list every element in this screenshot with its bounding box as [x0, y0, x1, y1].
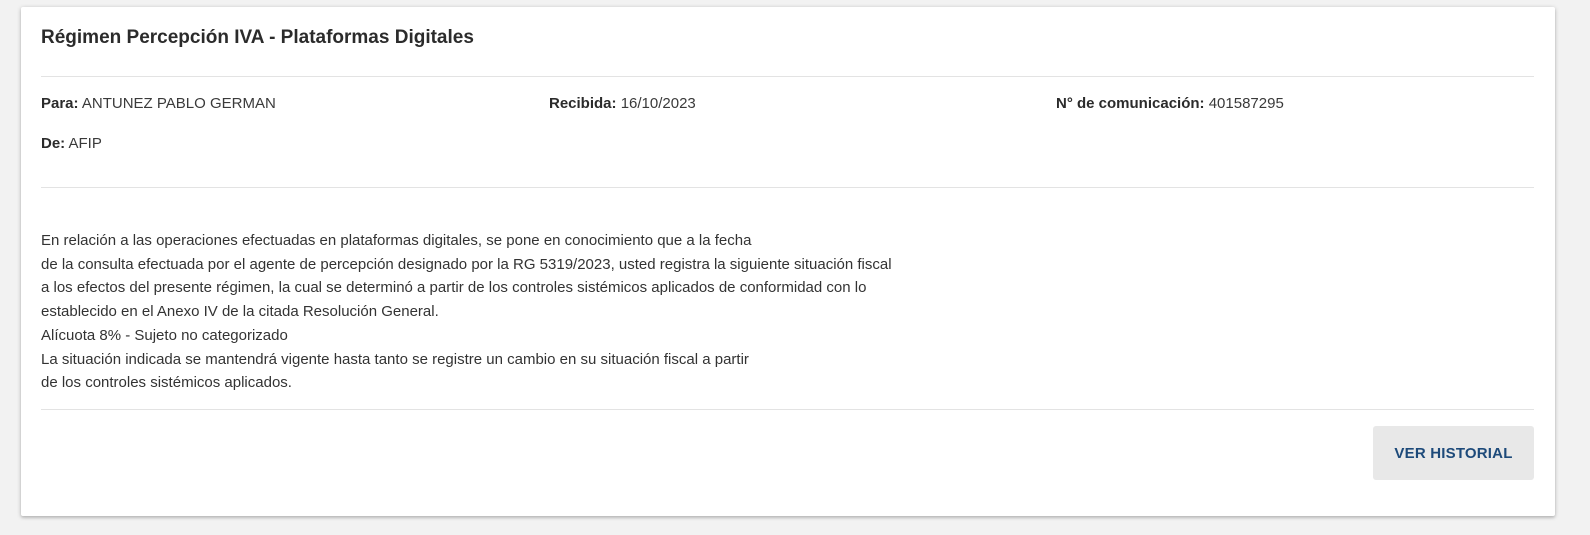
- recipient-field: Para: ANTUNEZ PABLO GERMAN: [41, 95, 276, 112]
- message-body-line: En relación a las operaciones efectuadas…: [41, 232, 752, 249]
- ver-historial-button[interactable]: VER HISTORIAL: [1373, 426, 1534, 480]
- received-date-label: Recibida:: [549, 95, 617, 112]
- message-body-line: La situación indicada se mantendrá vigen…: [41, 350, 749, 368]
- message-card: Régimen Percepción IVA - Plataformas Dig…: [21, 7, 1555, 516]
- message-body-line: Alícuota 8% - Sujeto no categorizado: [41, 326, 288, 344]
- message-body-line: a los efectos del presente régimen, la c…: [41, 279, 867, 297]
- sender-field: De: AFIP: [41, 135, 102, 152]
- divider: [41, 409, 1534, 410]
- communication-number-value: 401587295: [1208, 95, 1284, 112]
- message-body: En relación a las operaciones efectuadas…: [41, 229, 892, 395]
- message-body-line: de la consulta efectuada por el agente d…: [41, 255, 892, 273]
- message-body-line: establecido en el Anexo IV de la citada …: [41, 303, 439, 321]
- received-date-value: 16/10/2023: [620, 95, 696, 112]
- sender-value: AFIP: [68, 135, 102, 152]
- divider: [41, 187, 1534, 188]
- received-date-field: Recibida: 16/10/2023: [549, 95, 696, 112]
- recipient-label: Para:: [41, 95, 79, 112]
- message-title: Régimen Percepción IVA - Plataformas Dig…: [41, 27, 474, 48]
- communication-number-label: N° de comunicación:: [1056, 95, 1205, 112]
- message-body-line: de los controles sistémicos aplicados.: [41, 374, 292, 392]
- divider: [41, 76, 1534, 77]
- sender-label: De:: [41, 135, 66, 152]
- communication-number-field: N° de comunicación: 401587295: [1056, 95, 1284, 112]
- message-card-content: Régimen Percepción IVA - Plataformas Dig…: [41, 7, 1534, 516]
- recipient-value: ANTUNEZ PABLO GERMAN: [81, 95, 276, 112]
